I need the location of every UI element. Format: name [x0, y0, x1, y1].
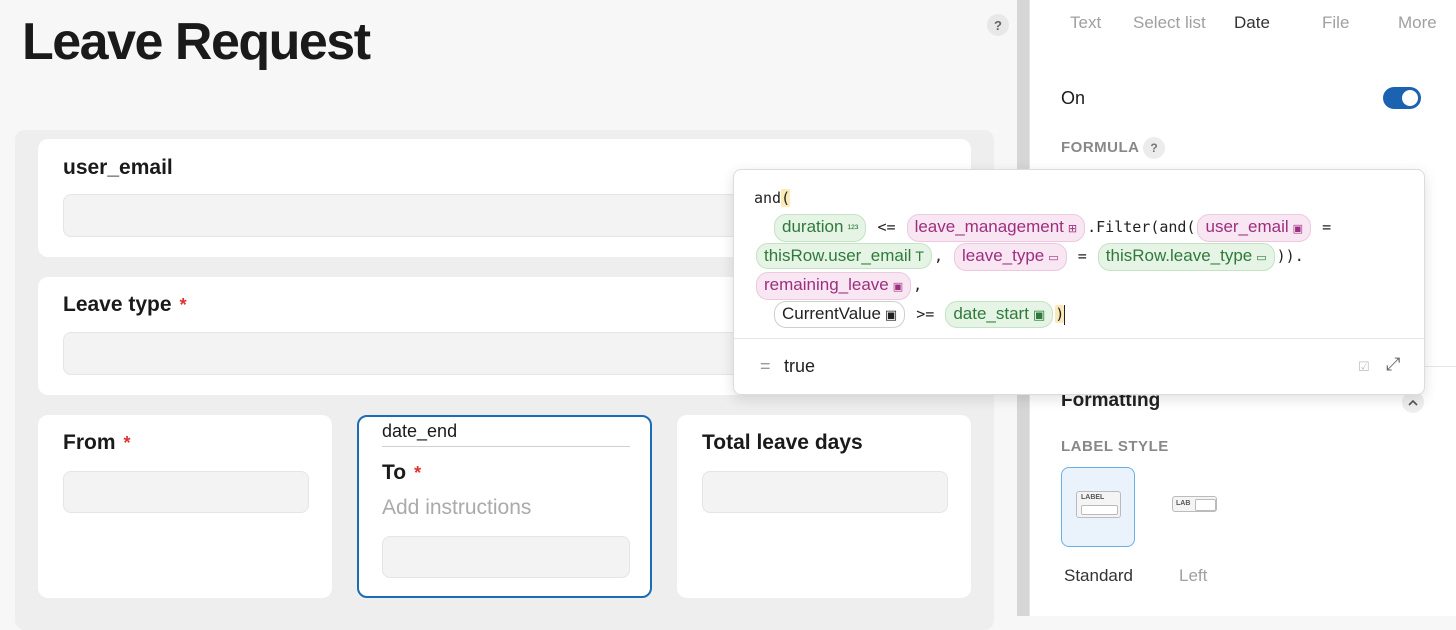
- formula-operator: =: [1313, 218, 1332, 236]
- formula-chip-leave-type[interactable]: leave_type ▭: [954, 243, 1067, 271]
- to-date-input[interactable]: [382, 536, 630, 578]
- field-label: Leave type *: [63, 293, 187, 317]
- formula-operator: <=: [868, 218, 905, 236]
- required-mark: *: [123, 433, 131, 453]
- formula-text: )).: [1276, 247, 1313, 265]
- formula-text: ,: [913, 276, 923, 294]
- chip-text: leave_type: [962, 246, 1045, 265]
- text-type-icon: T: [915, 248, 924, 264]
- field-label-text: From: [63, 431, 116, 454]
- chip-text: CurrentValue: [782, 304, 881, 323]
- field-card-total-leave-days[interactable]: Total leave days: [677, 415, 971, 598]
- label-style-heading: LABEL STYLE: [1061, 438, 1169, 455]
- field-card-to[interactable]: date_end To * Add instructions: [357, 415, 652, 598]
- formula-chip-date-start[interactable]: date_start ▣: [945, 301, 1054, 328]
- formula-line: CurrentValue ▣ >= date_start ▣): [754, 300, 1414, 329]
- chip-text: date_start: [953, 304, 1029, 323]
- field-label-text: user_email: [63, 156, 173, 179]
- formula-result: true: [784, 356, 816, 376]
- formula-chip-leave-management[interactable]: leave_management ⊞: [906, 214, 1086, 242]
- field-name-input[interactable]: date_end: [382, 421, 457, 442]
- select-list-icon: ▭: [1048, 252, 1059, 264]
- required-mark: *: [179, 295, 187, 315]
- formula-function: and: [754, 189, 782, 207]
- formula-chip-duration[interactable]: duration ¹²³: [774, 214, 867, 242]
- label-style-left-text[interactable]: Left: [1179, 566, 1207, 586]
- field-label: user_email: [63, 156, 173, 180]
- chip-text: user_email: [1205, 217, 1289, 236]
- expand-icon[interactable]: ⤢: [1386, 354, 1400, 375]
- user-email-input[interactable]: [63, 194, 743, 237]
- calendar-icon: ▣: [884, 307, 898, 322]
- formula-operator: >=: [907, 305, 944, 323]
- text-column-icon: ▣: [1292, 223, 1304, 235]
- label-style-left-icon: LAB: [1172, 496, 1217, 512]
- formula-line: thisRow.user_email T, leave_type ▭ = thisR…: [754, 242, 1414, 271]
- mini-input: [1195, 499, 1216, 511]
- field-label-text: Leave type: [63, 293, 172, 316]
- tab-text[interactable]: Text: [1070, 13, 1101, 33]
- table-icon: ⊞: [1067, 223, 1078, 235]
- equals-icon: =: [760, 356, 771, 376]
- popover-divider: [734, 338, 1424, 339]
- select-list-icon: ▭: [1256, 252, 1267, 264]
- help-button[interactable]: ?: [987, 14, 1009, 36]
- toggle-label: On: [1061, 88, 1086, 108]
- text-cursor: [1064, 304, 1066, 325]
- mini-input: [1081, 505, 1118, 515]
- toggle-knob: [1402, 90, 1418, 106]
- formula-editor-popover[interactable]: and( duration ¹²³ <= leave_management ⊞ .Fi…: [733, 169, 1425, 395]
- formula-help-icon[interactable]: ?: [1143, 137, 1165, 159]
- formula-line: remaining_leave ▣,: [754, 271, 1414, 300]
- label-style-standard-option[interactable]: LABEL: [1061, 467, 1135, 547]
- tab-file[interactable]: File: [1322, 13, 1349, 33]
- number-column-icon: ▣: [892, 281, 904, 293]
- mini-label-text: LABEL: [1081, 494, 1105, 501]
- field-label: Total leave days: [702, 431, 863, 455]
- formula-line: duration ¹²³ <= leave_management ⊞ .Filter(…: [754, 213, 1414, 242]
- formula-code-editor[interactable]: and( duration ¹²³ <= leave_management ⊞ .Fi…: [754, 184, 1414, 329]
- calendar-icon: ▣: [1032, 307, 1046, 322]
- formula-chip-current-value[interactable]: CurrentValue ▣: [774, 301, 906, 328]
- label-style-left-option[interactable]: LAB: [1158, 467, 1232, 547]
- tab-more[interactable]: More: [1398, 13, 1437, 33]
- formula-operator: =: [1068, 247, 1096, 265]
- chip-text: thisRow.user_email: [764, 246, 912, 265]
- tab-date[interactable]: Date: [1234, 13, 1270, 33]
- field-label-text: Total leave days: [702, 431, 863, 454]
- chip-text: duration: [782, 217, 844, 236]
- field-name-underline: [382, 446, 630, 447]
- mini-label-text: LAB: [1176, 500, 1191, 507]
- formula-chip-user-email[interactable]: user_email ▣: [1197, 214, 1312, 242]
- formula-chip-remaining-leave[interactable]: remaining_leave ▣: [756, 272, 912, 300]
- total-leave-days-input[interactable]: [702, 471, 948, 513]
- checkbox-icon[interactable]: ☑: [1358, 359, 1370, 375]
- formula-heading: FORMULA: [1061, 139, 1140, 156]
- instructions-input[interactable]: Add instructions: [382, 496, 531, 520]
- number-type-icon: ¹²³: [847, 223, 859, 235]
- page-title: Leave Request: [22, 13, 371, 71]
- formula-text: ,: [933, 247, 943, 265]
- chip-text: thisRow.leave_type: [1105, 246, 1253, 265]
- field-label-text: To: [382, 461, 407, 484]
- required-mark: *: [414, 463, 422, 483]
- from-date-input[interactable]: [63, 471, 309, 513]
- formula-paren: ): [1055, 305, 1065, 323]
- formula-line: and(: [754, 184, 1414, 213]
- formula-chip-this-row-leave-type[interactable]: thisRow.leave_type ▭: [1097, 243, 1275, 271]
- tab-select-list[interactable]: Select list: [1133, 13, 1206, 33]
- leave-type-input[interactable]: [63, 332, 743, 375]
- chip-text: remaining_leave: [764, 275, 889, 294]
- label-style-standard-icon: LABEL: [1076, 491, 1121, 518]
- field-label: To *: [382, 461, 421, 485]
- field-card-from[interactable]: From *: [38, 415, 332, 598]
- formula-paren: (: [781, 189, 791, 207]
- chip-text: leave_management: [914, 217, 1064, 236]
- field-label: From *: [63, 431, 131, 455]
- label-style-standard-text[interactable]: Standard: [1064, 566, 1133, 586]
- on-toggle[interactable]: [1383, 87, 1421, 109]
- formula-text: .Filter(and(: [1087, 218, 1196, 236]
- formula-chip-this-row-user-email[interactable]: thisRow.user_email T: [756, 243, 932, 269]
